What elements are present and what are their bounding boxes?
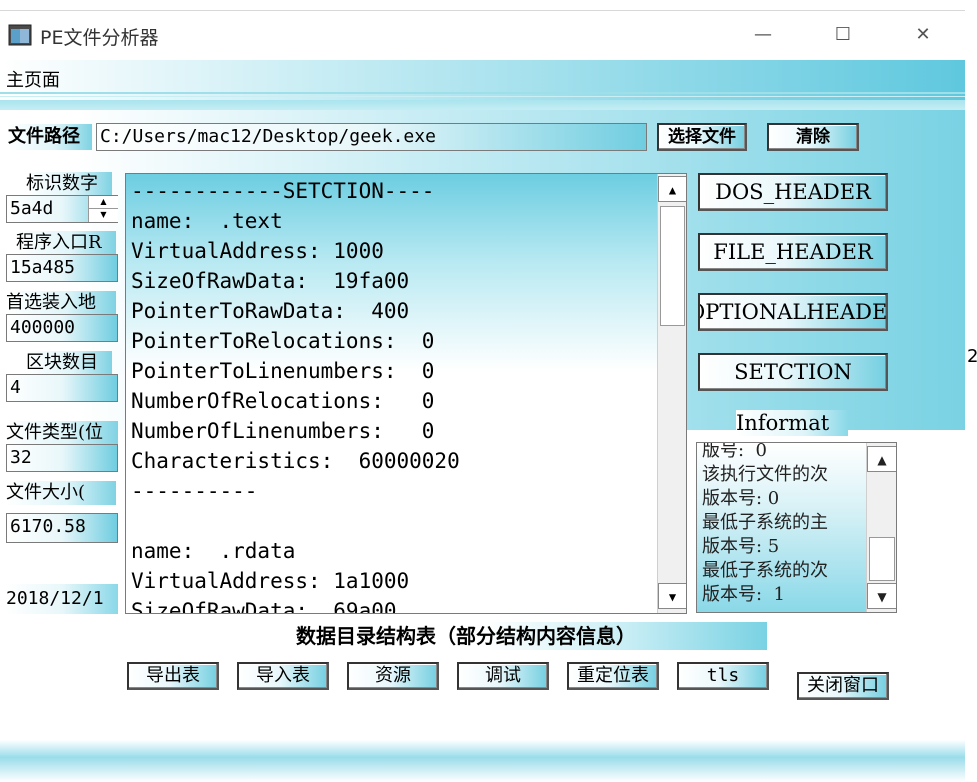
section-count-label: 区块数目 — [26, 351, 112, 375]
tls-button[interactable]: tls — [677, 662, 769, 690]
section-info-list[interactable]: ------------SETCTION---- name: .text Virtu… — [125, 173, 687, 614]
entry-point-label: 程序入口R — [16, 231, 116, 255]
section-line: ------------SETCTION---- — [131, 179, 435, 203]
spin-up-icon[interactable]: ▲ — [89, 196, 118, 209]
relocation-table-button[interactable]: 重定位表 — [567, 662, 659, 690]
section-button[interactable]: SETCTION — [698, 353, 888, 391]
magic-value: 5a4d — [10, 198, 54, 219]
section-line: NumberOfRelocations: 0 — [131, 389, 435, 413]
info-scroll-down-icon[interactable]: ▼ — [867, 583, 896, 609]
app-icon — [8, 24, 32, 46]
choose-file-button[interactable]: 选择文件 — [657, 123, 747, 151]
section-line: name: .text — [131, 209, 283, 233]
file-path-input[interactable]: C:/Users/mac12/Desktop/geek.exe — [96, 123, 647, 151]
menu-separator-secondary — [0, 96, 965, 97]
section-line: SizeOfRawData: 69a00 — [131, 599, 397, 614]
info-line: 版本号: 1 — [702, 584, 785, 605]
file-size-field[interactable]: 6170.58 — [6, 513, 118, 543]
menu-item-main[interactable]: 主页面 — [6, 66, 60, 92]
menu-bar: 主页面 — [0, 60, 965, 94]
section-count-field[interactable]: 4 — [6, 374, 118, 402]
section-line: ---------- — [131, 479, 258, 503]
info-scrollbar[interactable]: ▲ ▼ — [866, 443, 896, 612]
imagebase-label: 首选装入地 — [6, 291, 116, 315]
window-title: PE文件分析器 — [40, 27, 159, 49]
edge-fragment: 2 — [967, 346, 977, 367]
scroll-thumb[interactable] — [660, 206, 685, 326]
section-line: name: .rdata — [131, 539, 296, 563]
client-area: 主页面 文件路径 C:/Users/mac12/Desktop/geek.exe… — [0, 60, 965, 782]
resource-button[interactable]: 资源 — [347, 662, 439, 690]
import-table-button[interactable]: 导入表 — [237, 662, 329, 690]
optional-header-label: OPTIONALHEADER — [698, 300, 888, 324]
section-line: VirtualAddress: 1a1000 — [131, 569, 410, 593]
maximize-button[interactable]: ☐ — [820, 17, 866, 53]
info-scroll-thumb[interactable] — [869, 537, 895, 581]
section-line: VirtualAddress: 1000 — [131, 239, 384, 263]
info-label: Informat — [736, 410, 848, 436]
info-line: 版本号: 0 — [702, 488, 780, 509]
info-line: 该执行文件的次 — [702, 464, 828, 485]
info-line: 版号: 0 — [702, 442, 767, 461]
file-type-label: 文件类型(位 — [6, 421, 118, 445]
debug-button[interactable]: 调试 — [457, 662, 549, 690]
optional-header-button[interactable]: OPTIONALHEADER — [698, 293, 888, 331]
menu-separator — [0, 92, 965, 94]
title-bar: PE文件分析器 — ☐ ✕ — [0, 10, 965, 61]
close-app-button[interactable]: 关闭窗口 — [797, 672, 889, 700]
clear-button[interactable]: 清除 — [767, 123, 859, 151]
info-line: 版本号: 5 — [702, 536, 780, 557]
section-line: PointerToLinenumbers: 0 — [131, 359, 435, 383]
info-list[interactable]: 版号: 0 该执行文件的次 版本号: 0 最低子系统的主 版本号: 5 最低子系统的次 版本… — [696, 442, 897, 613]
section-line: PointerToRelocations: 0 — [131, 329, 435, 353]
section-line: PointerToRawData: 400 — [131, 299, 410, 323]
export-table-button[interactable]: 导出表 — [127, 662, 219, 690]
scroll-down-icon[interactable]: ▼ — [658, 583, 686, 609]
info-scroll-up-icon[interactable]: ▲ — [867, 446, 896, 472]
minimize-button[interactable]: — — [740, 17, 786, 53]
info-line: 最低子系统的次 — [702, 560, 828, 581]
timestamp-field: 2018/12/1 — [6, 584, 118, 614]
file-type-field[interactable]: 32 — [6, 444, 118, 472]
file-header-button[interactable]: FILE_HEADER — [698, 233, 888, 271]
magic-spinner: ▲ ▼ — [88, 196, 118, 222]
main-scrollbar[interactable]: ▲ ▼ — [657, 174, 686, 613]
spin-down-icon[interactable]: ▼ — [89, 209, 118, 221]
dos-header-button[interactable]: DOS_HEADER — [698, 173, 888, 211]
section-line: Characteristics: 60000020 — [131, 449, 460, 473]
entry-point-field[interactable]: 15a485 — [6, 254, 118, 282]
section-line: SizeOfRawData: 19fa00 — [131, 269, 410, 293]
section-line: NumberOfLinenumbers: 0 — [131, 419, 435, 443]
magic-label: 标识数字 — [26, 172, 112, 196]
file-path-label: 文件路径 — [8, 124, 92, 150]
data-directory-title: 数据目录结构表（部分结构内容信息） — [296, 622, 767, 650]
file-size-label: 文件大小( — [6, 481, 116, 505]
imagebase-field[interactable]: 400000 — [6, 314, 118, 342]
info-line: 最低子系统的主 — [702, 512, 828, 533]
close-window-button[interactable]: ✕ — [900, 17, 946, 53]
scroll-up-icon[interactable]: ▲ — [658, 176, 686, 202]
